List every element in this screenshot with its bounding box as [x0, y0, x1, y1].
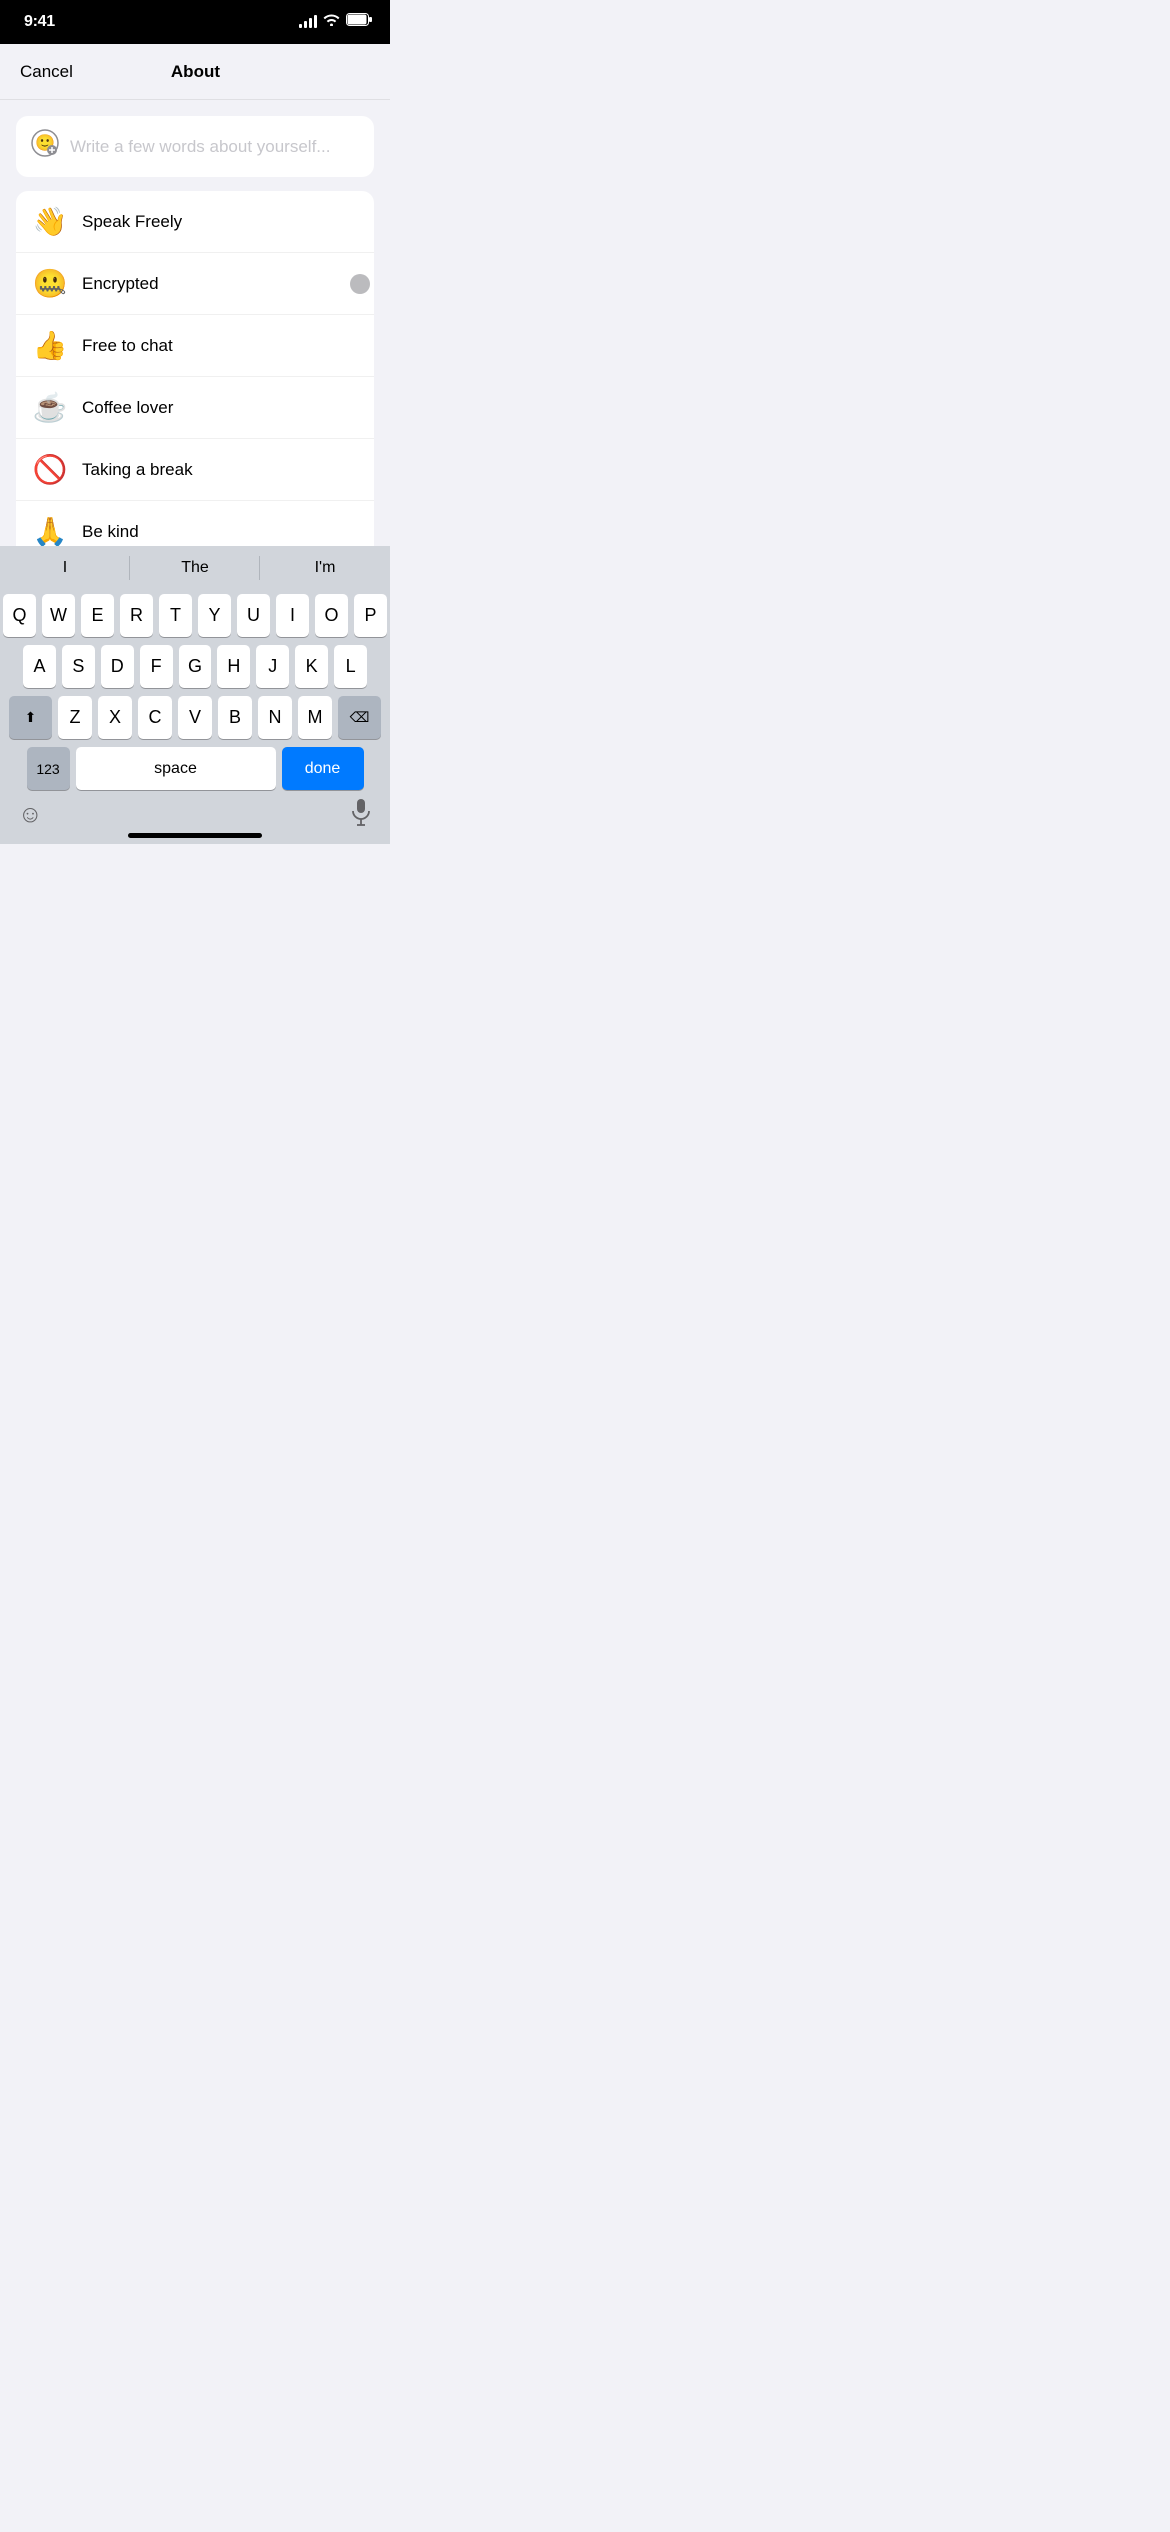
key-j[interactable]: J — [256, 645, 289, 688]
key-row-3: ⬆ZXCVBNM⌫ — [3, 696, 387, 739]
suggestion-text: Speak Freely — [82, 212, 182, 232]
key-l[interactable]: L — [334, 645, 367, 688]
suggestion-item[interactable]: 🚫 Taking a break — [16, 439, 374, 501]
key-row-1: QWERTYUIOP — [3, 594, 387, 637]
predictive-item-1[interactable]: The — [130, 546, 260, 590]
key-m[interactable]: M — [298, 696, 332, 739]
emoji-keyboard-icon[interactable]: ☺ — [18, 801, 43, 829]
key-s[interactable]: S — [62, 645, 95, 688]
suggestion-emoji: ☕ — [32, 391, 68, 424]
suggestion-item[interactable]: 🤐 Encrypted — [16, 253, 374, 315]
key-q[interactable]: Q — [3, 594, 36, 637]
add-emoji-icon[interactable]: 🙂 — [30, 128, 60, 165]
key-p[interactable]: P — [354, 594, 387, 637]
suggestion-text: Coffee lover — [82, 398, 173, 418]
cancel-button[interactable]: Cancel — [16, 58, 77, 86]
predictive-item-0[interactable]: I — [0, 546, 130, 590]
status-bar: 9:41 — [0, 0, 390, 44]
wifi-icon — [323, 13, 340, 31]
key-k[interactable]: K — [295, 645, 328, 688]
suggestion-item[interactable]: 👋 Speak Freely — [16, 191, 374, 253]
shift-key[interactable]: ⬆ — [9, 696, 52, 739]
about-text-input[interactable] — [70, 137, 360, 157]
suggestion-text: Be kind — [82, 522, 139, 542]
key-row-2: ASDFGHJKL — [3, 645, 387, 688]
number-key[interactable]: 123 — [27, 747, 70, 790]
suggestion-text: Taking a break — [82, 460, 193, 480]
key-h[interactable]: H — [217, 645, 250, 688]
space-key[interactable]: space — [76, 747, 276, 790]
key-b[interactable]: B — [218, 696, 252, 739]
input-container: 🙂 — [16, 116, 374, 177]
status-time: 9:41 — [24, 13, 55, 31]
key-i[interactable]: I — [276, 594, 309, 637]
suggestion-item[interactable]: 👍 Free to chat — [16, 315, 374, 377]
battery-icon — [346, 13, 372, 31]
suggestion-emoji: 🚫 — [32, 453, 68, 486]
key-n[interactable]: N — [258, 696, 292, 739]
key-z[interactable]: Z — [58, 696, 92, 739]
suggestion-emoji: 🤐 — [32, 267, 68, 300]
done-key[interactable]: done — [282, 747, 364, 790]
suggestion-text: Free to chat — [82, 336, 173, 356]
suggestion-text: Encrypted — [82, 274, 159, 294]
delete-key[interactable]: ⌫ — [338, 696, 381, 739]
key-a[interactable]: A — [23, 645, 56, 688]
suggestion-emoji: 👍 — [32, 329, 68, 362]
key-v[interactable]: V — [178, 696, 212, 739]
suggestion-emoji: 👋 — [32, 205, 68, 238]
key-x[interactable]: X — [98, 696, 132, 739]
key-o[interactable]: O — [315, 594, 348, 637]
signal-bars-icon — [299, 16, 317, 28]
scroll-indicator — [350, 274, 370, 294]
suggestion-emoji: 🙏 — [32, 515, 68, 548]
home-indicator — [128, 833, 262, 838]
key-e[interactable]: E — [81, 594, 114, 637]
key-f[interactable]: F — [140, 645, 173, 688]
status-icons — [299, 13, 372, 31]
key-y[interactable]: Y — [198, 594, 231, 637]
nav-bar: Cancel About — [0, 44, 390, 100]
key-g[interactable]: G — [179, 645, 212, 688]
predictive-item-2[interactable]: I'm — [260, 546, 390, 590]
keyboard-area: I The I'm QWERTYUIOP ASDFGHJKL ⬆ZXCVBNM⌫… — [0, 546, 390, 844]
key-w[interactable]: W — [42, 594, 75, 637]
key-d[interactable]: D — [101, 645, 134, 688]
key-row-4: 123spacedone — [3, 747, 387, 790]
key-c[interactable]: C — [138, 696, 172, 739]
key-r[interactable]: R — [120, 594, 153, 637]
input-section: 🙂 — [0, 100, 390, 177]
microphone-icon[interactable] — [350, 798, 372, 832]
predictive-bar: I The I'm — [0, 546, 390, 590]
key-t[interactable]: T — [159, 594, 192, 637]
keyboard-rows: QWERTYUIOP ASDFGHJKL ⬆ZXCVBNM⌫ 123spaced… — [0, 590, 390, 794]
page-title: About — [171, 62, 220, 82]
key-u[interactable]: U — [237, 594, 270, 637]
suggestion-item[interactable]: ☕ Coffee lover — [16, 377, 374, 439]
